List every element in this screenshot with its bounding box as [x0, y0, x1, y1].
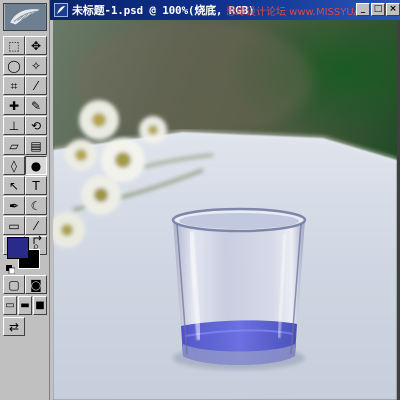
image-canvas[interactable]: [53, 20, 397, 400]
screen-full-menu-icon: ▬: [20, 299, 30, 311]
notes-tool[interactable]: ▭: [3, 216, 25, 235]
screen-full-icon: ■: [35, 299, 45, 311]
minimize-button[interactable]: _: [356, 3, 370, 16]
toolbox-palette: ⬚✥◯✧⌗⁄✚✎⊥⟲▱▤◊●↖T✒☾▭⁄✋⌕▢◙▭▬■⇄: [0, 0, 50, 400]
crop-tool[interactable]: ⌗: [3, 76, 25, 95]
move-tool[interactable]: ✥: [25, 36, 47, 55]
shape-tool[interactable]: ☾: [25, 196, 47, 215]
history-brush-tool[interactable]: ⟲: [25, 116, 47, 135]
clone-stamp-tool[interactable]: ⊥: [3, 116, 25, 135]
type-tool[interactable]: T: [25, 176, 47, 195]
standard-mode-button[interactable]: ▢: [3, 275, 25, 294]
document-titlebar[interactable]: 未标题-1.psd @ 100%(烧底, RGB) 思缘设计论坛 www.MIS…: [50, 0, 400, 20]
water-drop-icon: ◊: [11, 158, 17, 173]
magic-wand-tool[interactable]: ✧: [25, 56, 47, 75]
bandage-icon: ✚: [8, 98, 20, 113]
close-button[interactable]: ×: [386, 3, 400, 16]
screen-window-icon: ▭: [5, 299, 15, 311]
dodge-circle-icon: ●: [30, 158, 42, 173]
slice-knife-icon: ⁄: [34, 78, 37, 93]
slice-tool[interactable]: ⁄: [25, 76, 47, 95]
path-selection-tool[interactable]: ↖: [3, 176, 25, 195]
gradient-icon: ▤: [30, 138, 42, 153]
default-colors-icon[interactable]: [6, 259, 16, 275]
photoshop-doc-icon: [54, 3, 68, 17]
brush-tool[interactable]: ✎: [25, 96, 47, 115]
pen-nib-icon: ✒: [8, 198, 20, 213]
document-window: 未标题-1.psd @ 100%(烧底, RGB) 思缘设计论坛 www.MIS…: [50, 0, 400, 400]
history-brush-icon: ⟲: [30, 118, 42, 133]
arrow-cursor-icon: ↖: [8, 178, 20, 193]
glass-photo: [53, 20, 397, 400]
adobe-feather-logo[interactable]: [3, 3, 47, 31]
paintbrush-icon: ✎: [30, 98, 42, 113]
marquee-tool[interactable]: ⬚: [3, 36, 25, 55]
screen-mode-full[interactable]: ■: [33, 296, 47, 315]
foreground-color-swatch[interactable]: [7, 237, 29, 259]
magic-wand-icon: ✧: [30, 58, 42, 73]
note-icon: ▭: [8, 218, 20, 233]
imageready-jump-icon: ⇄: [8, 319, 20, 334]
glass-cup: [171, 207, 307, 365]
lasso-tool[interactable]: ◯: [3, 56, 25, 75]
quick-mask-button[interactable]: ◙: [25, 275, 47, 294]
swap-colors-icon[interactable]: [32, 235, 44, 247]
move-arrow-icon: ✥: [30, 38, 42, 53]
standard-mode-icon: ▢: [8, 277, 20, 292]
maximize-button[interactable]: □: [371, 3, 385, 16]
eraser-tool[interactable]: ▱: [3, 136, 25, 155]
dodge-tool[interactable]: ●: [25, 156, 47, 175]
pen-tool[interactable]: ✒: [3, 196, 25, 215]
blur-tool[interactable]: ◊: [3, 156, 25, 175]
photoshop-screen: ⬚✥◯✧⌗⁄✚✎⊥⟲▱▤◊●↖T✒☾▭⁄✋⌕▢◙▭▬■⇄ 未标题-1.psd @…: [0, 0, 400, 400]
stamp-icon: ⊥: [8, 118, 20, 133]
custom-shape-icon: ☾: [30, 198, 42, 213]
jump-to-imageready-button[interactable]: ⇄: [3, 317, 25, 336]
eraser-icon: ▱: [9, 138, 19, 153]
eyedropper-icon: ⁄: [34, 218, 37, 233]
screen-mode-standard[interactable]: ▭: [3, 296, 17, 315]
lasso-icon: ◯: [7, 58, 21, 73]
dashed-rect-icon: ⬚: [8, 38, 20, 53]
gradient-tool[interactable]: ▤: [25, 136, 47, 155]
healing-brush-tool[interactable]: ✚: [3, 96, 25, 115]
crop-icon: ⌗: [10, 78, 18, 93]
quick-mask-icon: ◙: [30, 277, 42, 292]
screen-mode-full-menu[interactable]: ▬: [18, 296, 32, 315]
eyedropper-tool[interactable]: ⁄: [25, 216, 47, 235]
type-t-icon: T: [32, 178, 40, 193]
